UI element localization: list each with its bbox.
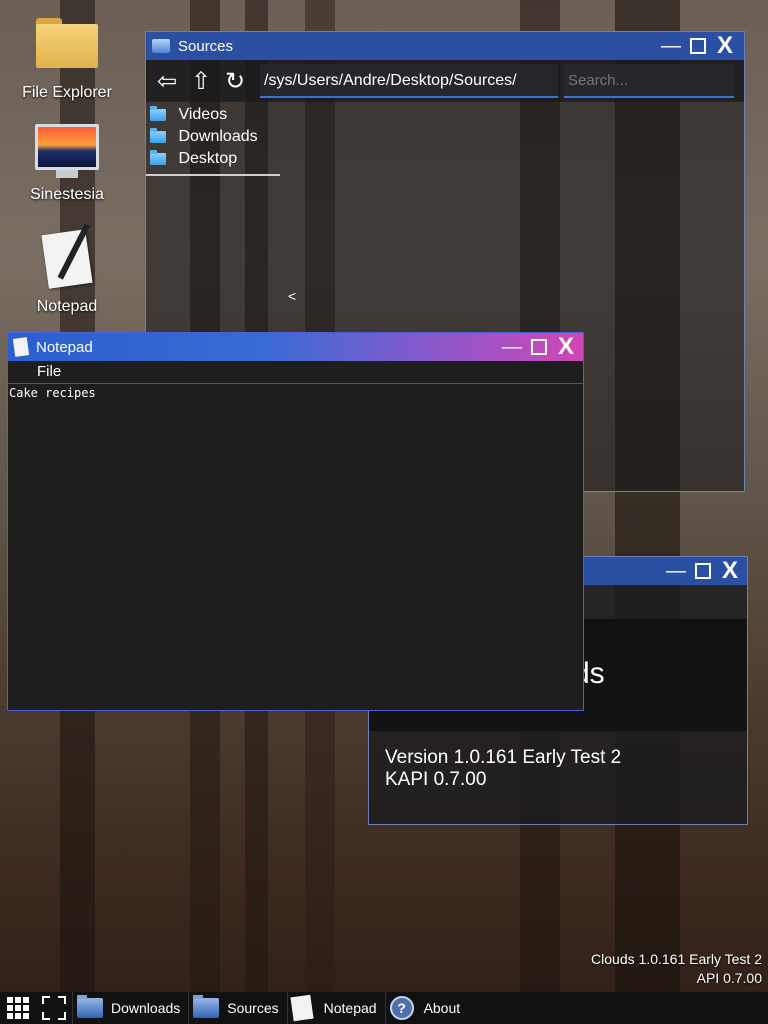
window-title: Sources	[178, 37, 234, 55]
desktop-icon-sinestesia[interactable]: Sinestesia	[10, 124, 124, 204]
taskbar-item-sources[interactable]: Sources	[188, 992, 286, 1024]
collapse-sidebar-button[interactable]: <	[288, 288, 296, 304]
start-button[interactable]	[0, 992, 36, 1024]
search-input[interactable]	[564, 64, 734, 98]
fullscreen-button[interactable]	[36, 992, 72, 1024]
taskbar-item-label: Notepad	[323, 1000, 377, 1016]
up-arrow-icon[interactable]: ⇧	[184, 67, 218, 96]
folder-icon	[193, 995, 220, 1018]
path-field[interactable]: /sys/Users/Andre/Desktop/Sources/	[260, 64, 558, 98]
close-button[interactable]: X	[553, 333, 579, 361]
maximize-button[interactable]	[531, 339, 547, 355]
window-title: Notepad	[36, 338, 93, 356]
apps-grid-icon	[7, 997, 29, 1019]
notepad-text-area[interactable]: Cake recipes	[8, 384, 583, 710]
folder-icon	[150, 127, 166, 143]
taskbar: Downloads Sources Notepad ? About	[0, 992, 768, 1024]
tree-item-label: Videos	[178, 106, 228, 123]
kapi-text: KAPI 0.7.00	[385, 769, 487, 790]
folder-icon	[35, 18, 99, 78]
sources-titlebar[interactable]: Sources — X	[146, 32, 744, 60]
help-icon: ?	[389, 996, 414, 1020]
refresh-icon[interactable]: ↻	[218, 67, 252, 96]
desktop-icon-label: File Explorer	[22, 84, 112, 101]
tree-item-downloads[interactable]: Downloads	[150, 127, 280, 150]
api-version: API 0.7.00	[696, 970, 762, 986]
taskbar-item-downloads[interactable]: Downloads	[72, 992, 188, 1024]
desktop-icon-label: Sinestesia	[30, 186, 104, 203]
taskbar-item-label: Downloads	[111, 1000, 181, 1016]
version-text: Version 1.0.161 Early Test 2	[385, 747, 622, 768]
tree-item-videos[interactable]: Videos	[150, 105, 280, 128]
minimize-button[interactable]: —	[499, 337, 525, 357]
desktop-icon-notepad[interactable]: Notepad	[10, 223, 124, 316]
notepad-icon	[290, 994, 314, 1022]
os-version: Clouds 1.0.161 Early Test 2	[591, 951, 762, 967]
notepad-icon	[12, 337, 30, 357]
close-button[interactable]: X	[712, 32, 738, 60]
explorer-toolbar: ⇦ ⇧ ↻ /sys/Users/Andre/Desktop/Sources/	[146, 60, 744, 102]
minimize-button[interactable]: —	[663, 561, 689, 581]
folder-icon	[152, 39, 170, 53]
monitor-icon	[35, 124, 99, 180]
tree-item-label: Desktop	[178, 150, 238, 167]
tree-item-label: Downloads	[178, 128, 258, 145]
minimize-button[interactable]: —	[658, 36, 684, 56]
notepad-icon	[35, 223, 99, 292]
back-arrow-icon[interactable]: ⇦	[150, 67, 184, 96]
notepad-titlebar[interactable]: Notepad — X	[8, 333, 583, 361]
folder-tree: Videos Downloads Desktop	[146, 102, 280, 176]
maximize-button[interactable]	[690, 38, 706, 54]
os-watermark: Clouds 1.0.161 Early Test 2 API 0.7.00	[591, 950, 762, 988]
desktop-icon-file-explorer[interactable]: File Explorer	[10, 14, 124, 102]
taskbar-item-label: About	[423, 1000, 461, 1016]
menu-file[interactable]: File	[37, 363, 61, 380]
close-button[interactable]: X	[717, 557, 743, 585]
taskbar-item-label: Sources	[227, 1000, 279, 1016]
folder-icon	[150, 149, 166, 165]
tree-item-desktop[interactable]: Desktop	[150, 149, 280, 172]
folder-icon	[77, 995, 103, 1018]
notepad-window: Notepad — X File Cake recipes	[7, 332, 584, 711]
taskbar-item-about[interactable]: ? About	[384, 992, 469, 1024]
desktop-icon-label: Notepad	[36, 298, 98, 315]
fullscreen-icon	[42, 996, 66, 1020]
notepad-menubar: File	[8, 361, 583, 384]
taskbar-item-notepad[interactable]: Notepad	[286, 992, 385, 1024]
maximize-button[interactable]	[695, 563, 711, 579]
folder-icon	[150, 105, 166, 121]
